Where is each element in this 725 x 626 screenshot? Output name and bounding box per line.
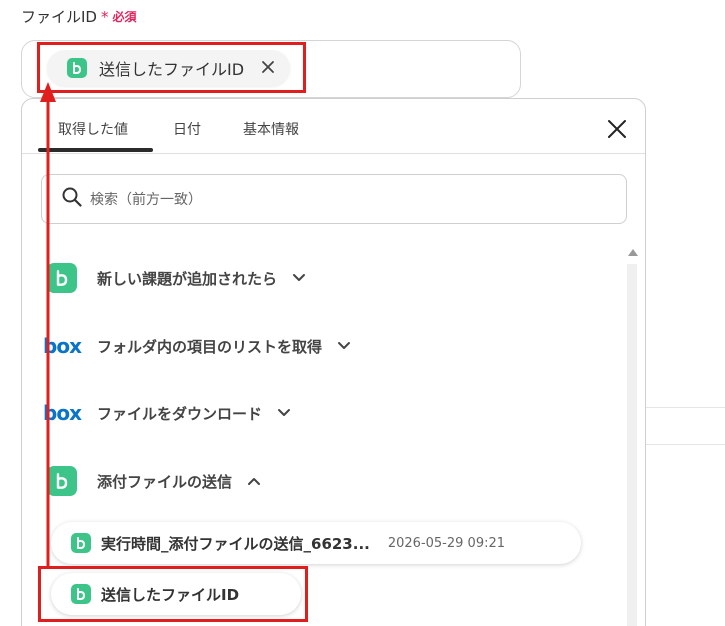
annotation-arrow bbox=[40, 82, 56, 566]
